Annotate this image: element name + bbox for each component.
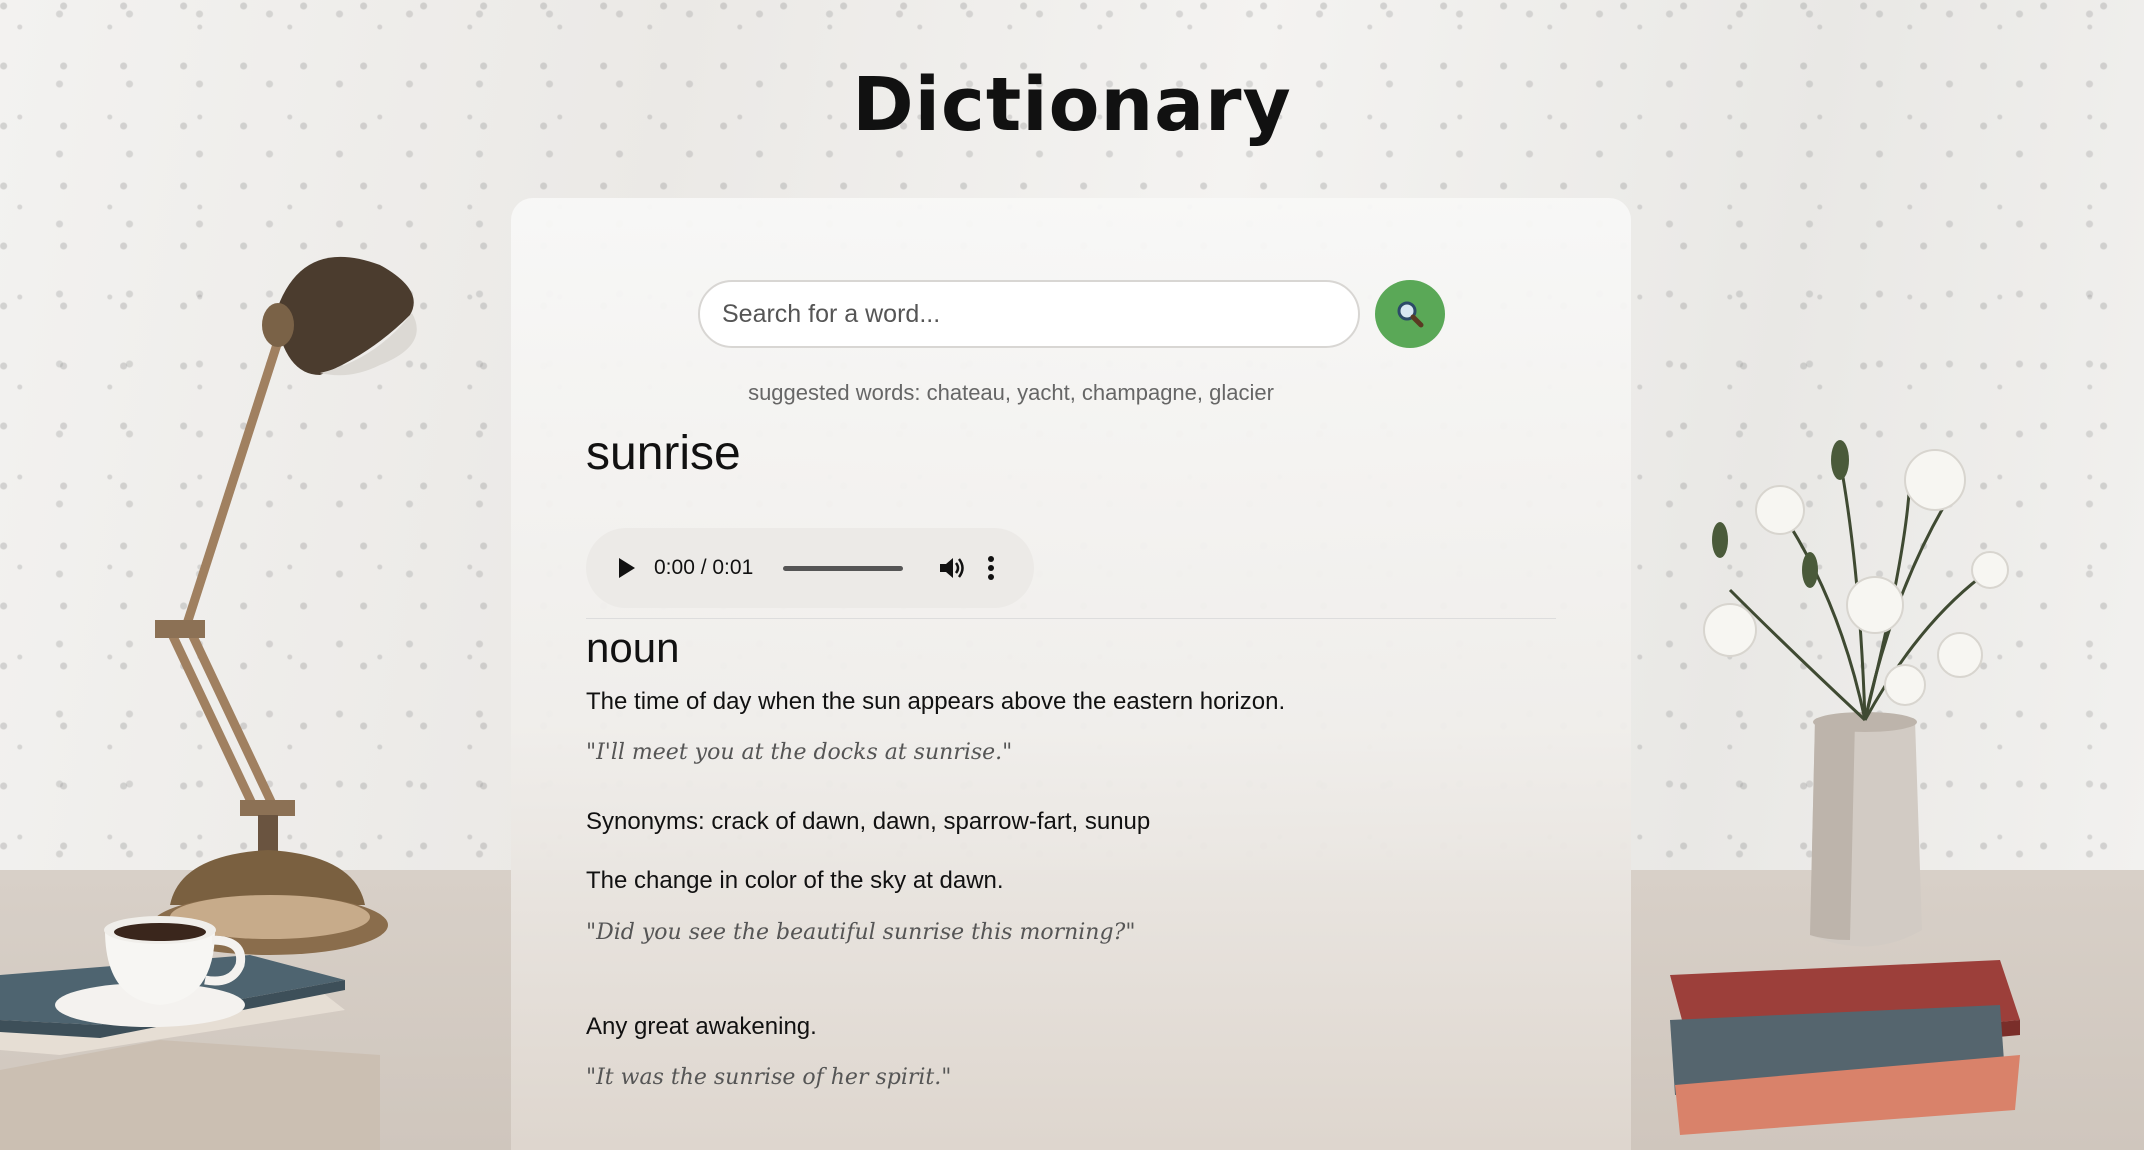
search-input[interactable] [698,280,1360,348]
section-divider [586,618,1556,619]
definition-text: The change in color of the sky at dawn. [586,867,1004,894]
pronunciation-audio-player: 0:00 / 0:01 [586,528,1034,608]
page-title: Dictionary [852,62,1292,148]
definition-example: "Did you see the beautiful sunrise this … [586,920,1136,945]
dictionary-card: suggested words: chateau, yacht, champag… [511,198,1631,1150]
part-of-speech: noun [586,624,680,671]
synonyms-text: Synonyms: crack of dawn, dawn, sparrow-f… [586,808,1151,835]
definition-text: The time of day when the sun appears abo… [586,688,1286,715]
search-bar [698,280,1445,348]
play-icon[interactable] [614,555,638,581]
definition-text: Any great awakening. [586,1013,817,1040]
definition-example: "It was the sunrise of her spirit." [586,1065,952,1090]
search-button[interactable] [1375,280,1445,348]
audio-time: 0:00 / 0:01 [654,556,754,579]
entry-word: sunrise [586,427,741,480]
audio-progress-slider[interactable] [783,565,904,571]
definition-example: "I'll meet you at the docks at sunrise." [586,740,1013,765]
suggested-words: suggested words: chateau, yacht, champag… [748,380,1274,405]
more-options-icon[interactable] [987,555,995,581]
magnifier-icon [1397,301,1424,328]
volume-icon[interactable] [937,554,965,582]
flower-vase-illustration [1670,440,2020,1135]
books-and-coffee-illustration [0,916,380,1150]
desk-lamp-illustration [152,256,417,955]
